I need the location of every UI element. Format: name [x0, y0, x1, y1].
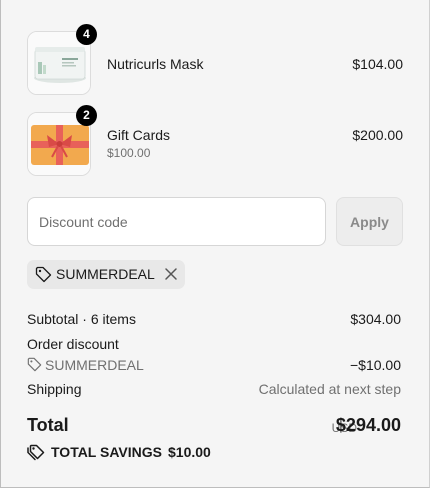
total-amount: $294.00 [335, 415, 401, 435]
item-name: Gift Cards [107, 127, 171, 143]
quantity-badge: 2 [76, 105, 97, 126]
subtotal-label: Subtotal · 6 items [27, 311, 136, 327]
apply-discount-button[interactable]: Apply [336, 197, 403, 246]
quantity-badge: 4 [76, 24, 97, 45]
discount-code-name: SUMMERDEAL [45, 357, 144, 373]
line-item: 2 Gift Cards $100.00 $200.00 [27, 105, 403, 176]
discount-value: −$10.00 [350, 357, 401, 373]
tags-icon [27, 443, 46, 466]
savings-label: TOTAL SAVINGS [51, 444, 162, 460]
subtotal-value: $304.00 [350, 311, 401, 327]
savings-amount: $10.00 [168, 444, 211, 460]
shipping-label: Shipping [27, 381, 82, 397]
close-icon[interactable] [164, 267, 178, 286]
order-discount-label: Order discount [27, 336, 119, 352]
total-label: Total [27, 415, 69, 435]
applied-discount-chip: SUMMERDEAL [27, 260, 185, 289]
shipping-value: Calculated at next step [258, 381, 401, 397]
item-variant-price: $100.00 [107, 146, 151, 160]
applied-code-label: SUMMERDEAL [56, 266, 155, 282]
item-price: $200.00 [352, 127, 403, 143]
discount-code-input[interactable] [27, 197, 326, 246]
tag-icon [35, 266, 52, 288]
line-item: 4 Nutricurls Mask $104.00 [27, 24, 403, 95]
order-summary-panel: 4 Nutricurls Mask $104.00 2 Gift Cards $… [0, 0, 430, 488]
item-name: Nutricurls Mask [107, 56, 204, 72]
tag-icon [27, 357, 42, 375]
item-price: $104.00 [352, 56, 403, 72]
